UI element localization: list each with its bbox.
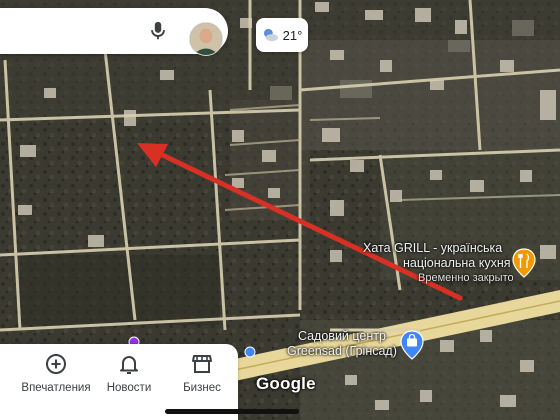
google-logo: Google xyxy=(256,374,316,393)
nav-label: Бизнес xyxy=(183,382,221,394)
nav-item-explore[interactable]: Впечатления xyxy=(16,350,96,400)
place-name-line1: Хата GRILL - українська xyxy=(363,241,503,255)
search-bar[interactable] xyxy=(0,8,228,56)
location-marker-icon[interactable] xyxy=(244,346,256,358)
nav-item-business[interactable]: Бизнес xyxy=(162,350,242,400)
storefront-icon xyxy=(192,355,212,373)
weather-chip[interactable]: 21° xyxy=(256,18,308,52)
place-name-line2: Greensad (Грінсад) xyxy=(287,344,397,358)
partly-cloudy-night-icon xyxy=(263,28,278,42)
nav-label: Новости xyxy=(106,382,152,394)
microphone-icon[interactable] xyxy=(147,20,169,42)
add-circle-icon xyxy=(46,354,66,374)
home-indicator[interactable] xyxy=(165,409,299,414)
place-name-line1: Садовий центр xyxy=(297,329,386,343)
nav-label: Впечатления xyxy=(21,382,91,394)
shopping-bag-pin-icon[interactable] xyxy=(400,330,424,360)
avatar[interactable] xyxy=(189,22,223,56)
bell-icon xyxy=(120,356,138,374)
place-label-greensad[interactable]: Садовий центр Greensad (Грінсад) xyxy=(287,329,397,359)
weather-temperature: 21° xyxy=(282,27,303,43)
place-status: Временно закрыто xyxy=(418,272,514,284)
place-name-line2: національна кухня xyxy=(403,256,511,270)
nav-item-updates[interactable]: Новости xyxy=(89,350,169,400)
restaurant-fork-knife-icon[interactable] xyxy=(512,248,536,278)
place-label-khata-grill[interactable]: Хата GRILL - українська національна кухн… xyxy=(363,241,514,286)
